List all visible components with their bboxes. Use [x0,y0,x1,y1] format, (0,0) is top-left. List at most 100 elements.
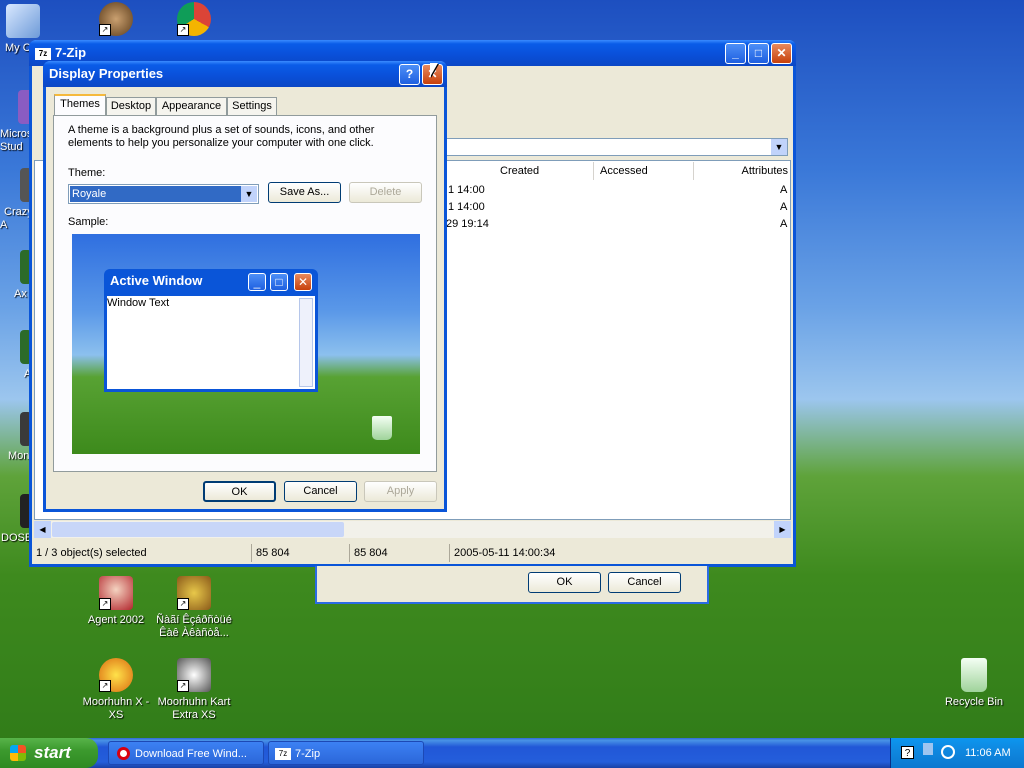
agent-icon: ↗ [99,576,133,610]
tab-appearance[interactable]: Appearance [156,97,227,115]
desktop-icon-label: Moorhuhn Kart Extra XS [157,696,231,721]
desktop-icon-label: Crazy A [0,206,33,231]
column-header-created[interactable]: Created [494,162,594,180]
sample-label: Sample: [68,216,109,228]
dialog-title-bar[interactable]: Display Properties ? ✕ [43,61,447,87]
address-dropdown-button[interactable]: ▼ [771,139,787,155]
desktop-icon-agent-2002[interactable]: ↗ Agent 2002 [78,576,154,627]
row-attributes: A [780,184,788,196]
chevron-down-icon[interactable]: ▼ [241,186,257,202]
chicken-kart-icon: ↗ [177,658,211,692]
desktop-icon-label: Ax [14,288,27,300]
taskbar-item-browser[interactable]: Download Free Wind... [108,741,264,765]
sync-tray-icon[interactable] [941,745,955,759]
background-ok-button[interactable]: OK [528,572,601,593]
column-header-accessed[interactable]: Accessed [594,162,694,180]
theme-select[interactable]: Royale ▼ [68,184,259,204]
start-label: start [34,743,71,762]
theme-select-value: Royale [70,186,241,202]
desktop-icon-label: Moorhuhn X - XS [82,696,150,721]
column-header-attributes[interactable]: Attributes [694,162,790,180]
desktop-icon-moorhuhn-x[interactable]: ↗ Moorhuhn X - XS [78,658,154,722]
desktop-icon-game[interactable]: ↗ Ñàãí Êçáðñòüé Êàê Àêàñòå... [156,576,232,640]
row-created: 29 19:14 [446,218,489,230]
help-tray-icon[interactable]: ? [901,746,914,759]
sample-window-body: Window Text [107,296,315,389]
cancel-button[interactable]: Cancel [284,481,357,502]
clock: 11:06 AM [965,747,1011,759]
sample-scrollbar [299,298,313,387]
my-computer-icon [6,4,40,38]
shortcut-arrow-icon: ↗ [99,598,111,610]
sample-window-title: Active Window [110,273,203,288]
desktop-icon-moorhuhn-kart[interactable]: ↗ Moorhuhn Kart Extra XS [156,658,232,722]
7zip-icon: 7z [275,748,291,760]
system-tray: ? 11:06 AM [890,738,1024,768]
desktop-icon-label: Micros Stud [0,128,33,153]
theme-description: A theme is a background plus a set of so… [68,124,375,149]
dialog-title: Display Properties [49,66,164,81]
opera-icon [117,747,130,760]
recycle-bin-icon [961,658,987,692]
tab-settings[interactable]: Settings [227,97,277,115]
sample-active-window: Active Window _ □ ✕ Window Text [104,269,318,392]
desktop-icon-crazy[interactable]: Crazy A [0,168,33,232]
shortcut-arrow-icon: ↗ [99,24,111,36]
taskbar-item-7zip[interactable]: 7z 7-Zip [268,741,424,765]
scroll-right-button[interactable]: ▶ [774,521,791,538]
apply-button: Apply [364,481,437,502]
desktop-icon-dosbox[interactable]: DOSB [0,494,32,545]
desktop-icon-label: A [24,368,32,380]
shortcut-arrow-icon: ↗ [177,24,189,36]
help-button[interactable]: ? [399,64,420,85]
start-button[interactable]: start [0,738,98,768]
desktop-icon-raccoon[interactable]: ↗ [78,2,154,40]
row-created: 1 14:00 [448,201,485,213]
desktop-icon-mon[interactable]: Mon [0,412,32,463]
close-button[interactable]: ✕ [771,43,792,64]
taskbar-item-label: 7-Zip [295,748,321,760]
sample-recycle-bin-icon [372,416,392,440]
row-created: 1 14:00 [448,184,485,196]
desktop-icon-chrome[interactable]: ↗ [156,2,232,40]
chrome-icon: ↗ [177,2,211,36]
tab-themes[interactable]: Themes [54,94,106,116]
desktop-icon-label: Agent 2002 [87,614,145,626]
status-packed-size: 85 804 [350,544,450,562]
game-icon: ↗ [177,576,211,610]
taskbar-item-label: Download Free Wind... [135,748,247,760]
scroll-left-button[interactable]: ◀ [34,521,51,538]
sample-maximize-icon: □ [270,273,288,291]
row-attributes: A [780,218,788,230]
desktop-icon-label: Mon [8,450,30,462]
sample-close-icon: ✕ [294,273,312,291]
shortcut-arrow-icon: ↗ [99,680,111,692]
zip-window-title: 7-Zip [55,45,87,60]
zip-address-bar[interactable]: ▼ [446,138,788,156]
desktop-icon-ax[interactable]: Ax [0,250,32,301]
status-selection: 1 / 3 object(s) selected [32,544,252,562]
sample-window-text: Window Text [107,297,170,309]
scroll-thumb[interactable] [52,522,344,537]
mouse-cursor-icon [430,63,438,77]
status-size: 85 804 [252,544,350,562]
windows-logo-icon [10,745,26,761]
network-tray-icon[interactable] [923,743,933,755]
desktop-icon-recycle-bin[interactable]: Recycle Bin [936,658,1012,709]
desktop-icon-label: DOSB [1,532,33,544]
desktop-icon-label: My C [5,42,31,54]
shortcut-arrow-icon: ↗ [177,598,189,610]
save-as-button[interactable]: Save As... [268,182,341,203]
tab-desktop[interactable]: Desktop [106,97,156,115]
7zip-icon: 7z [35,47,51,60]
raccoon-shortcut-icon: ↗ [99,2,133,36]
ok-button[interactable]: OK [203,481,276,502]
horizontal-scrollbar[interactable]: ◀ ▶ [34,521,791,538]
sample-minimize-icon: _ [248,273,266,291]
background-cancel-button[interactable]: Cancel [608,572,681,593]
maximize-button[interactable]: □ [748,43,769,64]
desktop-icon-a[interactable]: A [0,330,32,381]
minimize-button[interactable]: _ [725,43,746,64]
row-attributes: A [780,201,788,213]
desktop-icon-label: Recycle Bin [944,696,1004,708]
